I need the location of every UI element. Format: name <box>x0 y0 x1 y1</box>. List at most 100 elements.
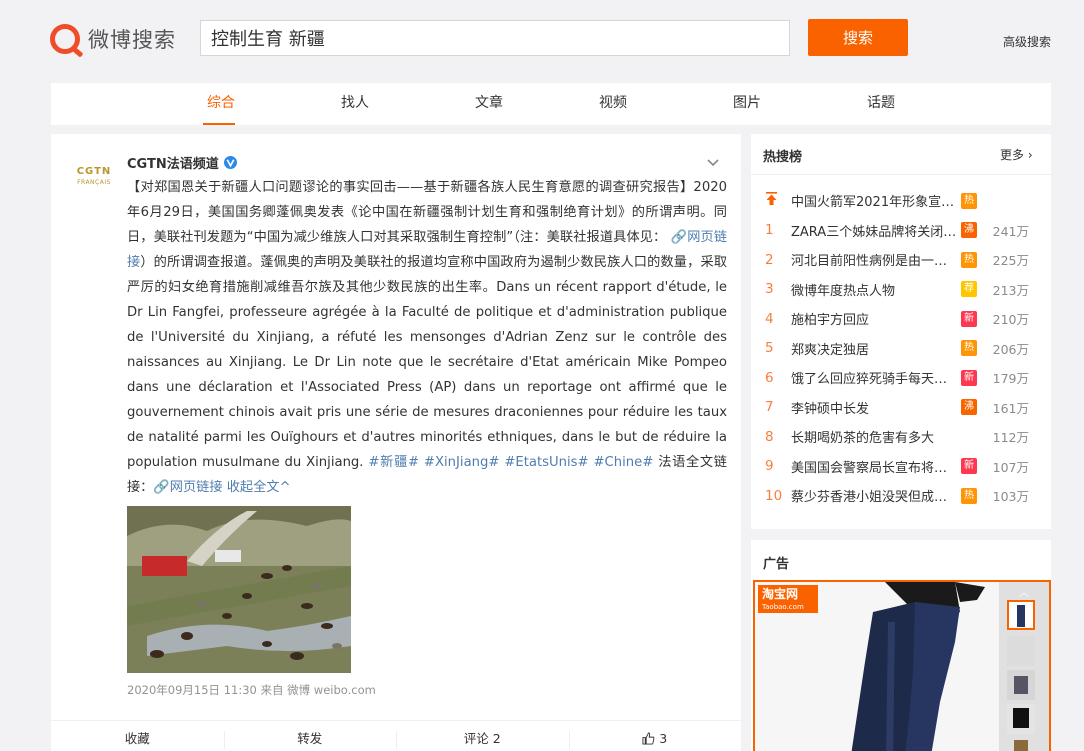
hot-badge: 热 <box>961 192 977 209</box>
hot-search-item[interactable]: 2 河北目前阳性病例是由一人传播热 225万 <box>765 245 1045 275</box>
hot-search-item[interactable]: 6 饿了么回应猝死骑手每天工作新 179万 <box>765 363 1045 393</box>
hot-search-count: 161万 <box>992 400 1029 416</box>
divider <box>751 174 1051 175</box>
ad-panel: 广告 淘宝网 Taobao.com ︿ <box>751 540 1051 751</box>
ad-thumbnail[interactable] <box>1007 670 1035 700</box>
hot-rank: 4 <box>765 310 774 327</box>
hot-search-item[interactable]: 8 长期喝奶茶的危害有多大 112万 <box>765 422 1045 452</box>
hot-badge: 沸 <box>961 399 977 416</box>
ad-title: 广告 <box>763 557 790 572</box>
avatar-text: CGTN <box>76 166 112 177</box>
ad-banner[interactable]: 淘宝网 Taobao.com ︿ <box>753 580 1051 751</box>
hot-search-panel: 热搜榜 更多 › 中国火箭军2021年形象宣传片热 1 ZARA三个姊妹品牌将关闭中… <box>751 134 1051 529</box>
chevron-down-icon[interactable] <box>705 154 721 170</box>
hot-search-text: 饿了么回应猝死骑手每天工作 <box>791 372 957 388</box>
hot-search-count: 206万 <box>992 341 1029 357</box>
collapse-full-text-link[interactable]: 收起全文^ <box>223 480 291 495</box>
hot-rank: 9 <box>765 458 774 475</box>
logo-q-icon <box>50 24 80 54</box>
hot-search-text: 河北目前阳性病例是由一人传播 <box>791 254 957 270</box>
hot-badge: 热 <box>961 251 977 268</box>
hot-badge: 荐 <box>961 281 977 298</box>
author-name[interactable]: CGTN法语频道 <box>127 153 219 172</box>
collapse-label: 收起全文 <box>222 480 280 495</box>
search-tabs: 综合 找人 文章 视频 图片 话题 <box>51 83 1051 125</box>
search-input[interactable] <box>200 20 790 56</box>
post-text-part-1: 【对郑国恩关于新疆人口问题谬论的事实回击——基于新疆各族人民生育意愿的调查研究报… <box>127 180 727 245</box>
post-text-part-2: ）的所谓调查报道。蓬佩奥的声明及美联社的报道均宣称中国政府为遏制少数民族人口的数… <box>127 255 728 470</box>
logo-text: 微博搜索 <box>88 28 176 52</box>
taobao-logo: 淘宝网 Taobao.com <box>758 585 818 613</box>
forward-button[interactable]: 转发 <box>223 721 397 751</box>
hashtags[interactable]: #新疆# #XinJiang# #EtatsUnis# #Chine# <box>368 455 653 470</box>
hot-badge: 新 <box>961 310 977 327</box>
chevron-up-icon[interactable]: ︿ <box>1019 584 1029 599</box>
hot-search-count: 179万 <box>992 371 1029 387</box>
hot-search-item[interactable]: 9 美国国会警察局长宣布将辞职新 107万 <box>765 452 1045 482</box>
post-actions: 收藏 转发 评论 2 3 <box>51 720 741 751</box>
hot-rank: 2 <box>765 251 774 268</box>
hot-search-item[interactable]: 5 郑爽决定独居 热 206万 <box>765 334 1045 364</box>
ad-thumbnail[interactable] <box>1007 738 1035 751</box>
tab-people[interactable]: 找人 <box>315 83 395 125</box>
comment-button[interactable]: 评论 2 <box>396 721 569 751</box>
tab-topics[interactable]: 话题 <box>841 83 921 125</box>
hot-search-count: 112万 <box>992 430 1029 446</box>
ad-thumbnail-strip: ︿ <box>999 582 1049 751</box>
weibo-search-logo[interactable]: 微博搜索 <box>50 24 176 54</box>
avatar[interactable]: CGTN FRANÇAIS <box>72 166 116 190</box>
hot-search-title: 热搜榜 <box>763 150 803 165</box>
tab-comprehensive[interactable]: 综合 <box>181 83 261 125</box>
hot-search-item[interactable]: 10 蔡少芬香港小姐没哭但成功了热 103万 <box>765 481 1045 511</box>
hot-search-more-link[interactable]: 更多 › <box>1000 146 1033 163</box>
hot-search-count: 103万 <box>992 489 1029 505</box>
like-button[interactable]: 3 <box>568 721 742 751</box>
hot-rank: 1 <box>765 222 774 239</box>
ad-thumbnail[interactable] <box>1007 704 1035 734</box>
hot-search-text: ZARA三个姊妹品牌将关闭中国门店 <box>791 224 957 240</box>
post-text: 【对郑国恩关于新疆人口问题谬论的事实回击——基于新疆各族人民生育意愿的调查研究报… <box>127 175 727 500</box>
more-label: 更多 <box>1000 148 1025 162</box>
hot-search-item[interactable]: 4 施柏宇方回应 新 210万 <box>765 304 1045 334</box>
taobao-logo-text: 淘宝网 <box>762 587 799 601</box>
taobao-logo-subtext: Taobao.com <box>762 603 804 611</box>
hot-rank: 5 <box>765 340 774 357</box>
hot-badge: 沸 <box>961 222 977 239</box>
hot-search-count: 107万 <box>992 459 1029 475</box>
ad-thumbnail[interactable] <box>1007 600 1035 630</box>
hot-search-item[interactable]: 1 ZARA三个姊妹品牌将关闭中国门店沸 241万 <box>765 216 1045 246</box>
hot-search-item[interactable]: 3 微博年度热点人物 荐 213万 <box>765 275 1045 305</box>
thumbs-up-icon <box>642 732 655 745</box>
post-meta: 2020年09月15日 11:30 来自 微博 weibo.com <box>127 683 376 697</box>
hot-search-text: 中国火箭军2021年形象宣传片 <box>791 195 957 211</box>
hot-rank: 6 <box>765 369 774 386</box>
hot-badge: 热 <box>961 487 977 504</box>
web-link-2[interactable]: 🔗网页链接 <box>153 480 222 495</box>
hot-badge: 新 <box>961 369 977 386</box>
verified-icon <box>223 156 237 169</box>
search-button[interactable]: 搜索 <box>808 19 908 56</box>
hot-search-text: 郑爽决定独居 <box>791 342 870 358</box>
tab-images[interactable]: 图片 <box>707 83 787 125</box>
tab-articles[interactable]: 文章 <box>449 83 529 125</box>
ad-thumbnail[interactable] <box>1007 636 1035 666</box>
hot-search-item[interactable]: 7 李钟硕中长发 沸 161万 <box>765 393 1045 423</box>
collect-button[interactable]: 收藏 <box>51 721 224 751</box>
hot-search-text: 微博年度热点人物 <box>791 283 896 299</box>
hot-rank: 7 <box>765 399 774 416</box>
like-count: 3 <box>659 731 668 746</box>
weibo-post-card: CGTN FRANÇAIS CGTN法语频道 【对郑国恩关于新疆人口问题谬论的事… <box>51 134 741 751</box>
advanced-search-link[interactable]: 高级搜索 <box>1003 33 1051 50</box>
pinned-arrow-icon <box>765 192 791 209</box>
post-photo[interactable] <box>127 506 351 673</box>
hot-search-text: 施柏宇方回应 <box>791 313 870 329</box>
hot-search-text: 美国国会警察局长宣布将辞职 <box>791 460 957 476</box>
hot-search-item[interactable]: 中国火箭军2021年形象宣传片热 <box>765 186 1045 216</box>
hot-rank: 10 <box>765 487 783 504</box>
hot-search-list: 中国火箭军2021年形象宣传片热 1 ZARA三个姊妹品牌将关闭中国门店沸 241万 2… <box>765 186 1045 511</box>
hot-rank: 3 <box>765 281 774 298</box>
tab-videos[interactable]: 视频 <box>573 83 653 125</box>
author-name-row: CGTN法语频道 <box>127 153 237 172</box>
hot-search-count: 210万 <box>992 312 1029 328</box>
chevron-right-icon: › <box>1027 148 1033 162</box>
